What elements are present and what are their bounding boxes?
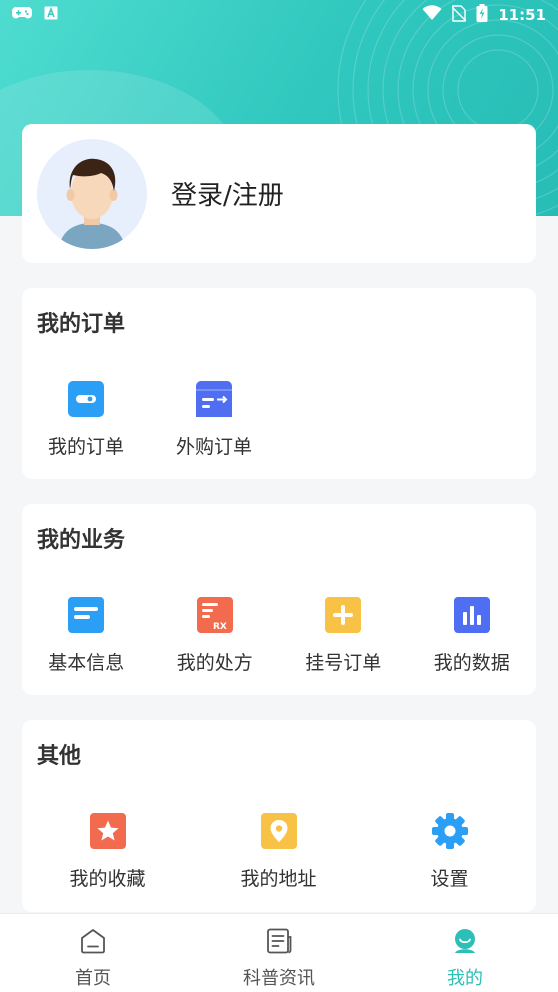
wifi-icon	[422, 5, 442, 25]
favorite-icon	[89, 812, 127, 850]
settings-icon	[431, 812, 469, 850]
order-icon	[67, 380, 105, 418]
settings-item[interactable]: 设置	[364, 812, 535, 891]
business-section: 我的业务 基本信息 RX 我的处方 挂号订单 我的数据	[22, 504, 536, 695]
login-register-link[interactable]: 登录/注册	[171, 175, 284, 212]
item-label: 我的处方	[176, 652, 253, 674]
tab-label: 我的	[447, 968, 483, 989]
tab-mine[interactable]: 我的	[372, 914, 558, 992]
tab-label: 首页	[75, 968, 111, 989]
no-sim-icon	[451, 4, 467, 26]
avatar[interactable]	[37, 138, 147, 249]
tab-label: 科普资讯	[243, 968, 315, 989]
basic-info-item[interactable]: 基本信息	[22, 596, 151, 675]
item-label: 我的数据	[433, 652, 510, 674]
data-icon	[453, 596, 491, 634]
item-label: 我的收藏	[69, 868, 146, 890]
item-label: 设置	[430, 868, 469, 890]
section-title: 我的订单	[37, 312, 126, 337]
status-bar: 11:51	[0, 0, 558, 30]
info-icon	[67, 596, 105, 634]
registration-orders-item[interactable]: 挂号订单	[279, 596, 408, 675]
gamepad-icon	[12, 6, 32, 24]
prescription-icon: RX	[196, 596, 234, 634]
profile-icon	[452, 928, 478, 958]
home-icon	[80, 928, 106, 958]
favorites-item[interactable]: 我的收藏	[22, 812, 193, 891]
battery-charging-icon	[476, 4, 488, 26]
my-orders-item[interactable]: 我的订单	[22, 380, 150, 459]
item-label: 基本信息	[48, 652, 125, 674]
address-item[interactable]: 我的地址	[193, 812, 364, 891]
my-data-item[interactable]: 我的数据	[408, 596, 537, 675]
tab-science-news[interactable]: 科普资讯	[186, 914, 372, 992]
prescription-item[interactable]: RX 我的处方	[151, 596, 280, 675]
external-order-icon	[195, 380, 233, 418]
section-title: 其他	[37, 744, 82, 769]
item-label: 外购订单	[175, 436, 252, 458]
item-label: 挂号订单	[305, 652, 382, 674]
item-label: 我的地址	[240, 868, 317, 890]
svg-text:RX: RX	[213, 622, 227, 632]
item-label: 我的订单	[47, 436, 124, 458]
external-orders-item[interactable]: 外购订单	[150, 380, 278, 459]
address-icon	[260, 812, 298, 850]
tab-home[interactable]: 首页	[0, 914, 186, 992]
registration-icon	[324, 596, 362, 634]
news-icon	[266, 928, 292, 958]
notification-a-icon	[44, 6, 58, 24]
other-section: 其他 我的收藏 我的地址 设置	[22, 720, 536, 912]
bottom-tab-bar: 首页 科普资讯 我的	[0, 913, 558, 992]
profile-card[interactable]: 登录/注册	[22, 124, 536, 263]
status-time: 11:51	[498, 6, 546, 24]
orders-section: 我的订单 我的订单 外购订单	[22, 288, 536, 479]
section-title: 我的业务	[37, 528, 126, 553]
